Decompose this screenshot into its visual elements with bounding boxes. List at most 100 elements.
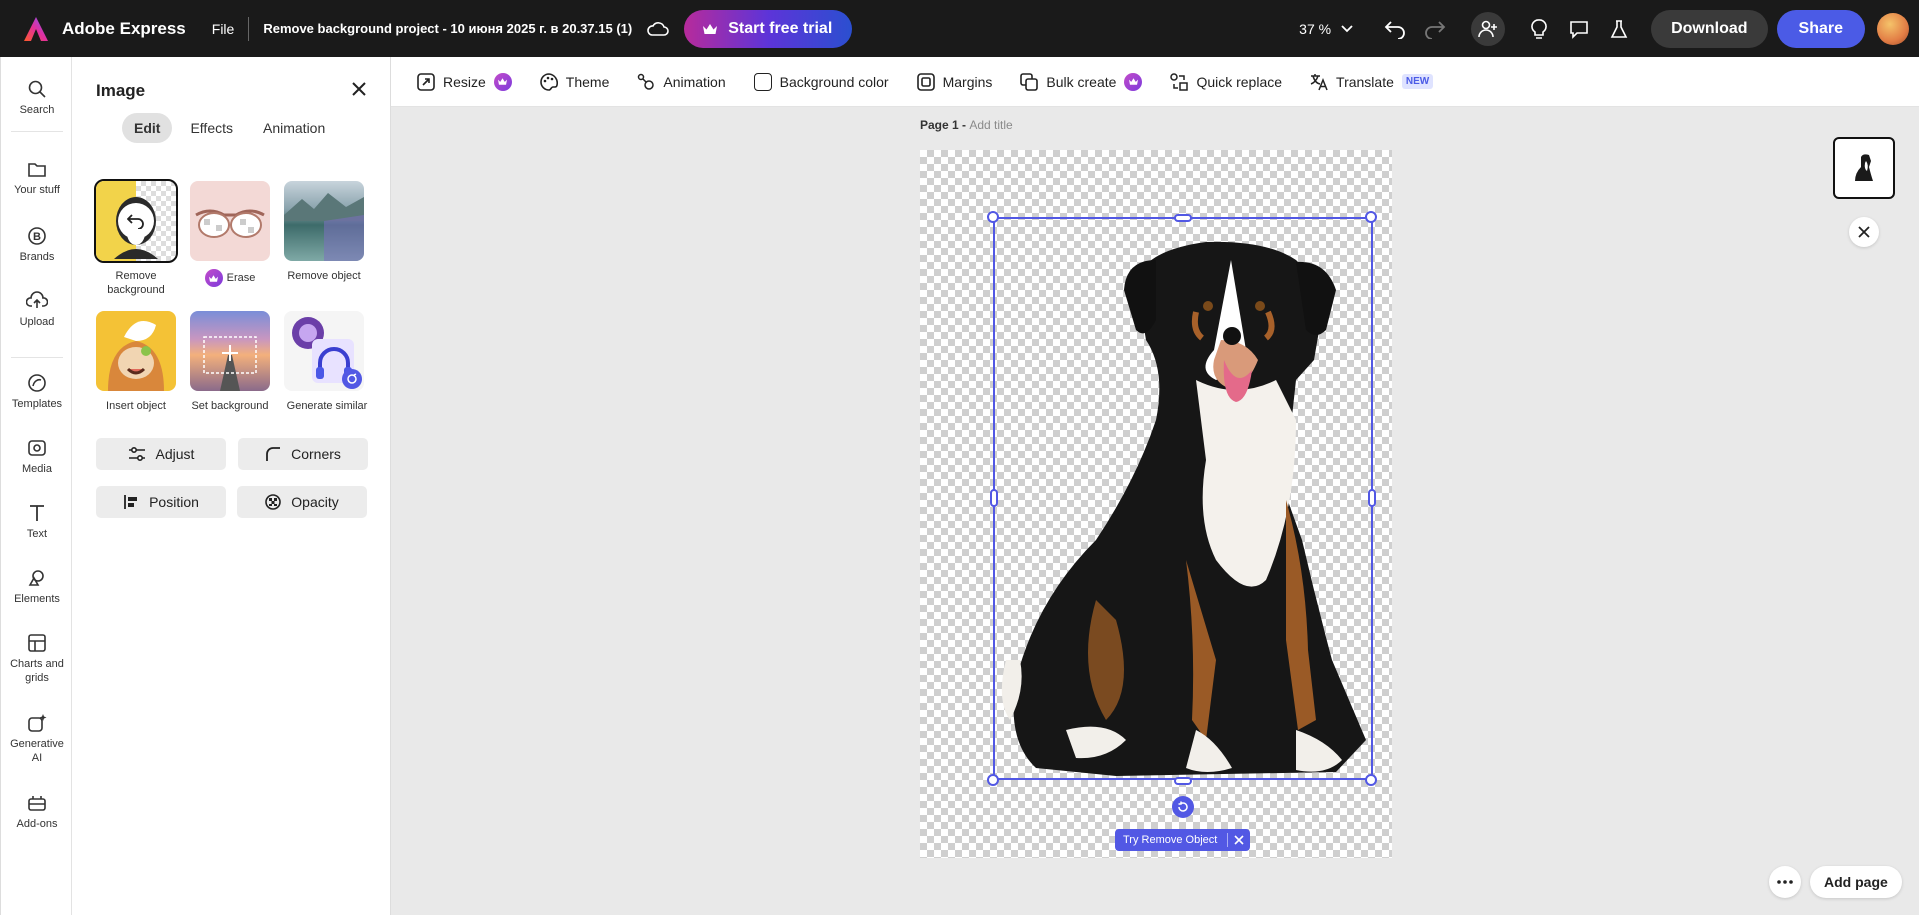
page-label: Page 1 - Add title <box>920 118 1013 132</box>
svg-text:B: B <box>33 231 41 243</box>
tool-set-background[interactable]: Set background <box>190 311 270 413</box>
tool-erase[interactable]: Erase <box>190 181 270 287</box>
quick-replace-label: Quick replace <box>1196 73 1283 90</box>
avatar[interactable] <box>1877 12 1909 45</box>
crown-icon <box>493 72 512 91</box>
translate-button[interactable]: Translate NEW <box>1310 73 1434 91</box>
tool-insert-object[interactable]: Insert object <box>96 311 176 413</box>
rail-item-label: Your stuff <box>14 184 60 196</box>
animation-icon <box>638 73 655 90</box>
rail-item-label: Add-ons <box>16 818 58 830</box>
position-button[interactable]: Position <box>96 486 226 518</box>
undo-icon[interactable] <box>1383 17 1407 41</box>
rail-item-label: Brands <box>19 251 55 263</box>
crown-icon <box>703 23 718 34</box>
margins-button[interactable]: Margins <box>916 72 993 91</box>
folder-icon <box>28 163 46 177</box>
background-color-button[interactable]: Background color <box>753 72 889 91</box>
try-remove-object-button[interactable]: Try Remove Object <box>1115 834 1227 846</box>
margins-label: Margins <box>942 73 993 90</box>
rail-item-charts-and-grids[interactable]: Charts and grids <box>1 633 73 685</box>
tab-animation[interactable]: Animation <box>251 113 337 143</box>
zoom-value: 37 % <box>1299 20 1332 37</box>
invite-people-icon[interactable] <box>1471 11 1506 46</box>
redo-icon[interactable] <box>1423 17 1447 41</box>
bulk-create-label: Bulk create <box>1046 73 1117 90</box>
app-name[interactable]: Adobe Express <box>62 19 186 39</box>
adobe-express-logo-icon[interactable] <box>22 15 50 43</box>
resize-handle-bottom-left[interactable] <box>987 774 999 786</box>
start-free-trial-button[interactable]: Start free trial <box>684 9 853 48</box>
theme-button[interactable]: Theme <box>540 72 610 91</box>
generate-similar-thumbnail <box>284 311 364 391</box>
rail-item-label: Elements <box>14 593 60 605</box>
file-menu[interactable]: File <box>212 21 235 37</box>
rail-item-upload[interactable]: Upload <box>1 291 73 329</box>
more-options-icon[interactable] <box>1769 866 1801 898</box>
resize-handle-top-right[interactable] <box>1365 211 1377 223</box>
rotate-handle-icon[interactable] <box>1172 796 1194 818</box>
add-page-button[interactable]: Add page <box>1810 866 1902 898</box>
rail-item-label: Upload <box>19 316 55 328</box>
close-icon[interactable] <box>1228 835 1250 845</box>
rail-item-search[interactable]: Search <box>1 79 73 117</box>
tab-edit[interactable]: Edit <box>122 113 173 143</box>
close-icon[interactable] <box>349 79 369 99</box>
resize-handle-right[interactable] <box>1368 489 1376 507</box>
tool-remove-object[interactable]: Remove object <box>284 181 364 283</box>
panel-tabs: Edit Effects Animation <box>122 113 337 143</box>
rail-item-add-ons[interactable]: Add-ons <box>1 793 73 831</box>
document-toolbar: Resize Theme Animation Background color … <box>391 57 1919 107</box>
resize-button[interactable]: Resize <box>417 72 512 91</box>
panel-title: Image <box>96 81 146 100</box>
labs-flask-icon[interactable] <box>1607 17 1631 41</box>
resize-handle-bottom[interactable] <box>1174 777 1192 785</box>
rail-item-media[interactable]: Media <box>1 438 73 476</box>
tool-remove-background[interactable]: Remove background <box>94 179 178 297</box>
rail-item-brands[interactable]: B Brands <box>1 226 73 264</box>
rail-item-elements[interactable]: Elements <box>1 568 73 606</box>
adjust-button[interactable]: Adjust <box>96 438 226 470</box>
resize-handle-bottom-right[interactable] <box>1365 774 1377 786</box>
corners-button[interactable]: Corners <box>238 438 368 470</box>
page-number: Page 1 - <box>920 118 970 132</box>
cloud-sync-icon[interactable] <box>646 19 670 39</box>
charts-icon <box>28 634 46 652</box>
close-icon[interactable] <box>1849 217 1879 247</box>
rail-item-templates[interactable]: Templates <box>1 373 73 411</box>
bulk-create-button[interactable]: Bulk create <box>1020 72 1143 91</box>
zoom-control[interactable]: 37 % <box>1299 21 1353 37</box>
page-thumbnail-image <box>1855 154 1873 181</box>
lightbulb-icon[interactable] <box>1527 17 1551 41</box>
resize-handle-top-left[interactable] <box>987 211 999 223</box>
animation-button[interactable]: Animation <box>637 73 726 91</box>
download-button[interactable]: Download <box>1651 9 1768 48</box>
selection-frame[interactable] <box>993 217 1373 780</box>
tab-effects[interactable]: Effects <box>178 113 245 143</box>
rail-item-text[interactable]: Text <box>1 503 73 541</box>
resize-icon <box>417 72 435 91</box>
opacity-button[interactable]: Opacity <box>237 486 367 518</box>
margins-icon <box>916 72 935 91</box>
background-color-label: Background color <box>779 73 889 90</box>
add-title-input[interactable]: Add title <box>969 118 1012 132</box>
document-title[interactable]: Remove background project - 10 июня 2025… <box>263 21 632 36</box>
theme-label: Theme <box>565 73 610 90</box>
rail-item-generative-ai[interactable]: Generative AI <box>1 713 73 765</box>
translate-icon <box>1310 73 1328 90</box>
comment-icon[interactable] <box>1567 17 1591 41</box>
erase-thumbnail <box>190 181 270 261</box>
sliders-icon <box>128 447 145 461</box>
new-badge: NEW <box>1401 74 1434 89</box>
generative-ai-icon <box>28 714 47 732</box>
quick-replace-button[interactable]: Quick replace <box>1170 72 1283 91</box>
resize-handle-top[interactable] <box>1174 214 1192 222</box>
crown-icon <box>204 269 223 287</box>
tool-label-wrap: Erase <box>204 269 256 287</box>
share-button[interactable]: Share <box>1776 9 1865 48</box>
page-thumbnail[interactable] <box>1833 137 1895 199</box>
rail-item-your-stuff[interactable]: Your stuff <box>1 161 73 197</box>
tool-generate-similar[interactable]: Generate similar <box>284 311 370 413</box>
resize-handle-left[interactable] <box>990 489 998 507</box>
tool-label: Erase <box>226 272 256 284</box>
